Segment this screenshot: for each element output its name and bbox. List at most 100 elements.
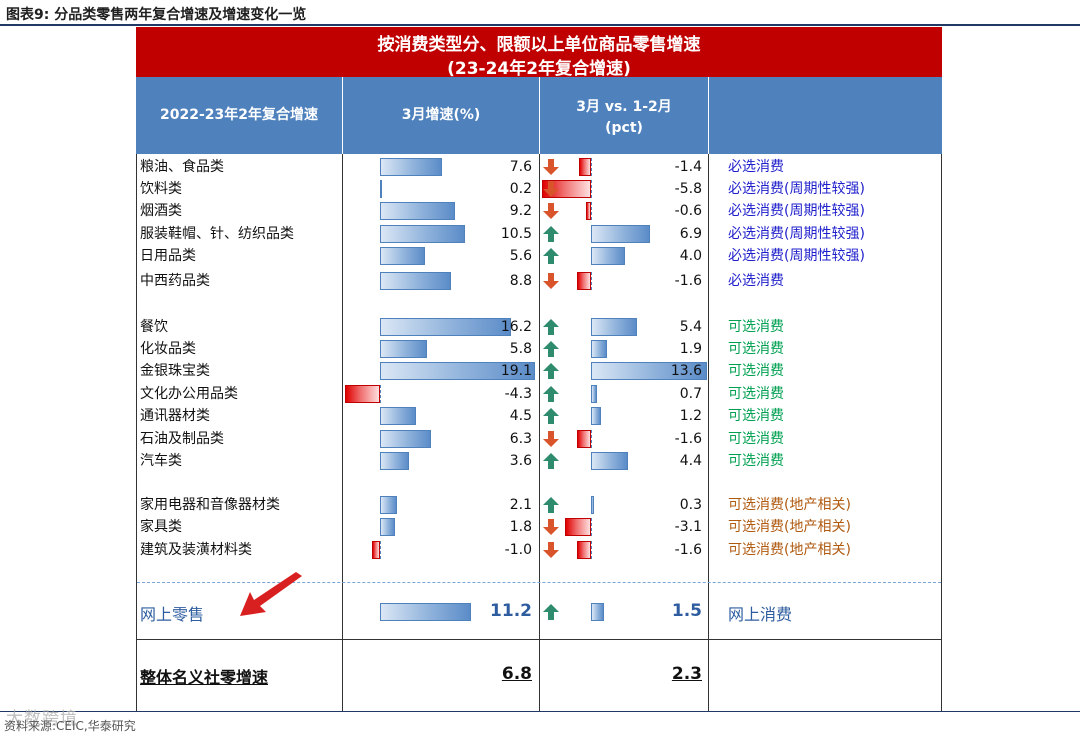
arrow-down-icon — [543, 519, 559, 535]
change-value: -1.6 — [674, 431, 702, 447]
total-growth-value: 6.8 — [501, 664, 532, 684]
change-value: 6.9 — [679, 226, 702, 242]
header-col-3-line-1: 3月 vs. 1-2月 — [576, 99, 672, 115]
arrow-up-icon — [543, 408, 559, 424]
table-row: 家具类 1.8 -3.1 可选消费(地产相关) — [0, 516, 1080, 538]
change-bar — [577, 541, 591, 559]
category-label: 石油及制品类 — [140, 431, 224, 447]
table-row: 化妆品类 5.8 1.9 可选消费 — [0, 338, 1080, 360]
growth-value: 4.5 — [509, 408, 532, 424]
category-label: 家具类 — [140, 519, 182, 535]
change-bar-axis — [591, 180, 592, 198]
change-bar — [591, 407, 602, 425]
growth-value: 10.5 — [500, 226, 532, 242]
growth-bar — [380, 407, 417, 425]
table-row: 日用品类 5.6 4.0 必选消费(周期性较强) — [0, 245, 1080, 267]
change-bar-axis — [591, 158, 592, 176]
consumption-type: 可选消费(地产相关) — [728, 497, 851, 513]
table-row: 汽车类 3.6 4.4 可选消费 — [0, 450, 1080, 472]
change-bar — [564, 518, 591, 536]
consumption-type: 可选消费 — [728, 408, 784, 424]
growth-bar — [380, 452, 410, 470]
consumption-type: 可选消费(地产相关) — [728, 542, 851, 558]
category-label: 化妆品类 — [140, 341, 196, 357]
growth-bar — [380, 158, 442, 176]
growth-value: 6.3 — [509, 431, 532, 447]
growth-bar — [380, 496, 397, 514]
arrow-up-icon — [543, 453, 559, 469]
table-row: 服装鞋帽、针、纺织品类 10.5 6.9 必选消费(周期性较强) — [0, 223, 1080, 245]
total-change-value: 2.3 — [671, 664, 702, 684]
growth-bar — [380, 247, 426, 265]
arrow-up-icon — [543, 226, 559, 242]
table-row: 文化办公用品类 -4.3 0.7 可选消费 — [0, 383, 1080, 405]
online-growth-bar — [380, 603, 471, 621]
header-col-4 — [709, 77, 942, 154]
growth-bar-axis — [380, 541, 381, 559]
change-value: -3.1 — [674, 519, 702, 535]
change-bar-axis — [591, 430, 592, 448]
arrow-up-icon — [543, 341, 559, 357]
growth-bar — [345, 385, 380, 403]
category-label: 餐饮 — [140, 319, 168, 335]
growth-bar — [380, 180, 382, 198]
growth-value: 0.2 — [509, 181, 532, 197]
arrow-up-icon — [543, 604, 559, 620]
arrow-up-icon — [543, 497, 559, 513]
change-value: 0.7 — [679, 386, 702, 402]
consumption-type: 可选消费 — [728, 431, 784, 447]
bottom-rule — [0, 711, 1080, 712]
category-label: 饮料类 — [140, 181, 182, 197]
change-value: -1.6 — [674, 273, 702, 289]
growth-bar — [380, 430, 432, 448]
growth-value: -4.3 — [504, 386, 532, 402]
category-label: 服装鞋帽、针、纺织品类 — [140, 226, 294, 242]
consumption-type: 可选消费 — [728, 341, 784, 357]
change-bar — [585, 202, 591, 220]
category-label: 粮油、食品类 — [140, 159, 224, 175]
growth-bar — [380, 340, 427, 358]
consumption-type: 必选消费(周期性较强) — [728, 248, 865, 264]
table-header: 2022-23年2年复合增速 3月增速(%) 3月 vs. 1-2月 (pct) — [136, 77, 942, 154]
change-value: 13.6 — [670, 363, 702, 379]
growth-value: 19.1 — [500, 363, 532, 379]
category-label: 家用电器和音像器材类 — [140, 497, 280, 513]
growth-value: 5.6 — [509, 248, 532, 264]
online-row — [0, 601, 1080, 623]
change-bar-axis — [591, 518, 592, 536]
growth-bar-axis — [380, 385, 381, 403]
change-bar — [591, 496, 594, 514]
growth-value: 8.8 — [509, 273, 532, 289]
table-row: 家用电器和音像器材类 2.1 0.3 可选消费(地产相关) — [0, 494, 1080, 516]
table-row: 餐饮 16.2 5.4 可选消费 — [0, 316, 1080, 338]
consumption-type: 必选消费 — [728, 273, 784, 289]
change-value: -1.6 — [674, 542, 702, 558]
change-value: 4.0 — [679, 248, 702, 264]
consumption-type: 可选消费 — [728, 453, 784, 469]
online-change-bar — [591, 603, 604, 621]
consumption-type: 必选消费 — [728, 159, 784, 175]
growth-bar — [380, 202, 455, 220]
growth-bar — [380, 518, 395, 536]
table-row: 通讯器材类 4.5 1.2 可选消费 — [0, 405, 1080, 427]
change-value: -1.4 — [674, 159, 702, 175]
category-label: 烟酒类 — [140, 203, 182, 219]
source-note: 资料来源:CEIC,华泰研究 — [4, 719, 136, 733]
change-bar-axis — [591, 202, 592, 220]
change-bar — [577, 430, 591, 448]
arrow-up-icon — [543, 319, 559, 335]
change-bar — [579, 158, 591, 176]
growth-value: 1.8 — [509, 519, 532, 535]
consumption-type: 可选消费(地产相关) — [728, 519, 851, 535]
header-col-3-line-2: (pct) — [605, 120, 643, 136]
change-bar-axis — [591, 541, 592, 559]
consumption-type: 可选消费 — [728, 386, 784, 402]
arrow-up-icon — [543, 386, 559, 402]
change-value: 5.4 — [679, 319, 702, 335]
arrow-up-icon — [543, 363, 559, 379]
category-label: 日用品类 — [140, 248, 196, 264]
table-row: 中西药品类 8.8 -1.6 必选消费 — [0, 270, 1080, 292]
growth-value: 16.2 — [500, 319, 532, 335]
top-rule — [0, 24, 1080, 26]
header-col-1: 2022-23年2年复合增速 — [160, 107, 318, 123]
